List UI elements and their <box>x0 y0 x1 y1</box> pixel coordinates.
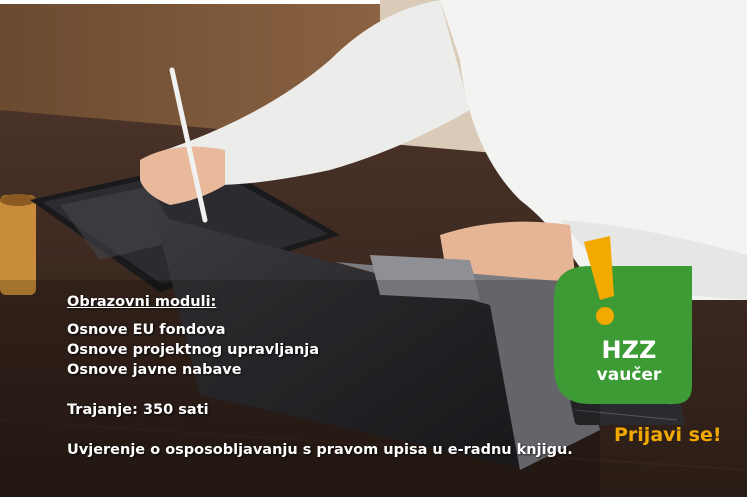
module-item: Osnove javne nabave <box>67 362 242 378</box>
certificate-text: Uvjerenje o osposobljavanju s pravom upi… <box>67 442 573 458</box>
promo-banner: HZZ vaučer Obrazovni moduli: Osnove EU f… <box>0 0 747 497</box>
module-item: Osnove projektnog upravljanja <box>67 342 320 358</box>
module-item: Osnove EU fondova <box>67 322 226 338</box>
modules-heading: Obrazovni moduli: <box>67 294 217 310</box>
duration-text: Trajanje: 350 sati <box>67 402 209 418</box>
badge-title: HZZ <box>601 336 657 364</box>
apply-link[interactable]: Prijavi se! <box>614 424 722 446</box>
badge-subtitle: vaučer <box>596 365 662 385</box>
